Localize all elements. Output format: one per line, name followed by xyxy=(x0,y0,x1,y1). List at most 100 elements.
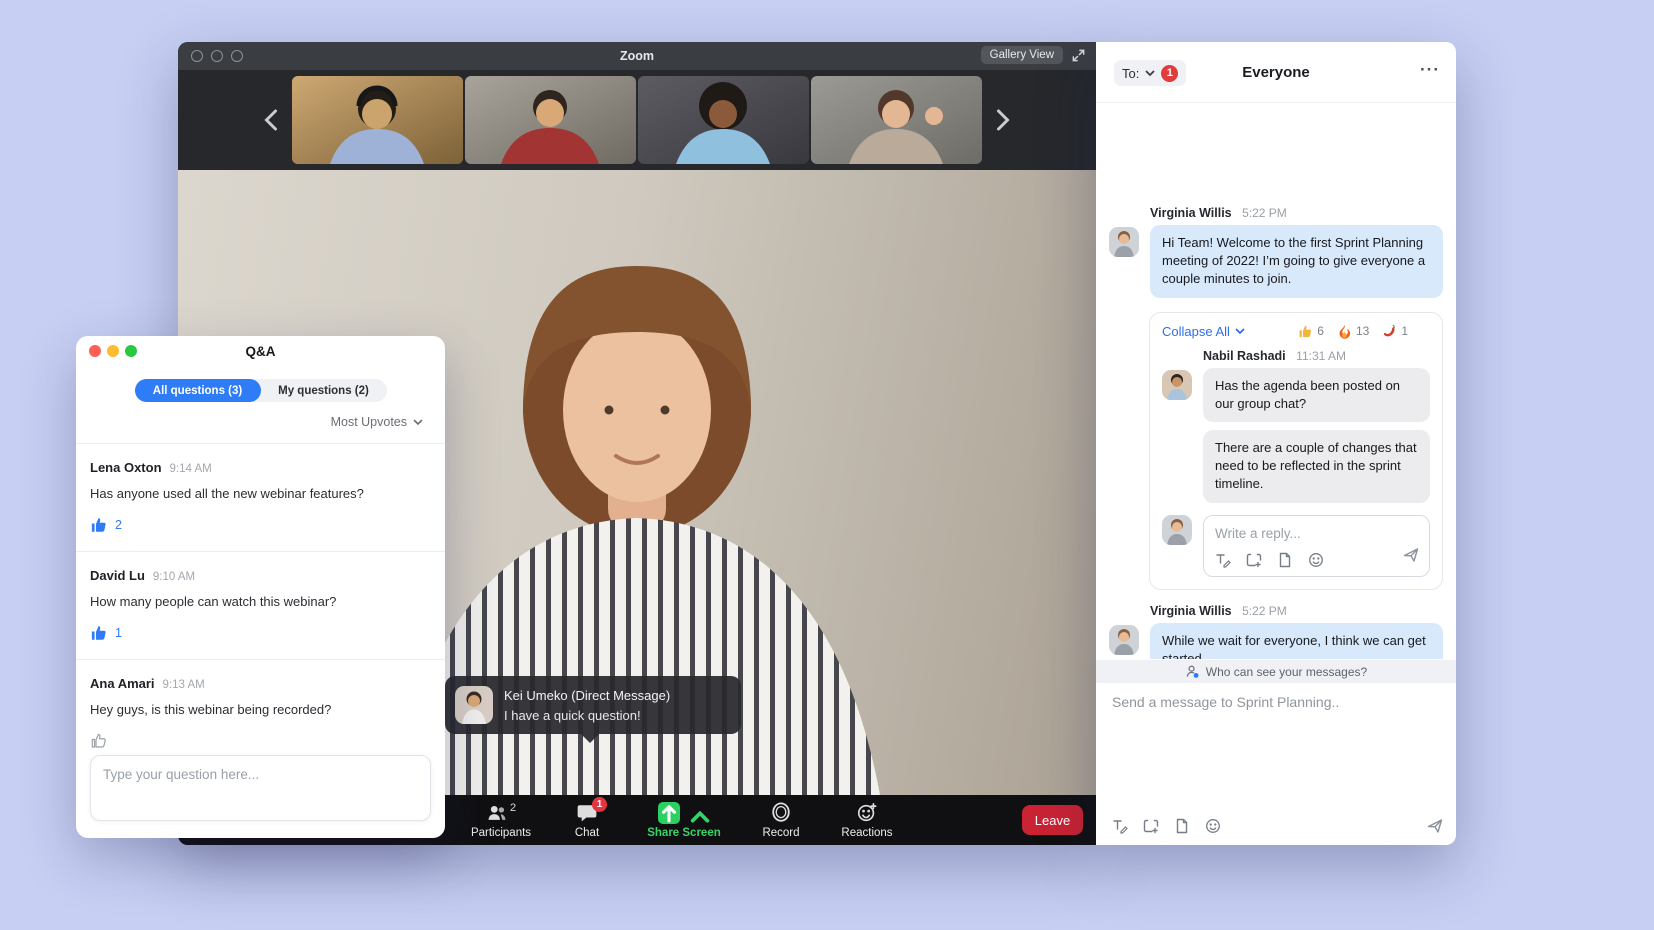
format-text-icon[interactable] xyxy=(1112,818,1128,834)
chat-message: Virginia Willis 5:22 PM Hi Team! Welcome… xyxy=(1109,206,1443,298)
participant-video-4[interactable] xyxy=(811,76,982,164)
question-list: Lena Oxton9:14 AM Has anyone used all th… xyxy=(76,443,445,767)
question-item: David Lu 9:10 AM How many people can watc… xyxy=(76,551,445,659)
reply-input[interactable] xyxy=(1215,526,1418,541)
message-time: 5:22 PM xyxy=(1242,206,1287,220)
upvote-button[interactable]: 1 xyxy=(90,624,431,642)
file-icon[interactable] xyxy=(1174,818,1190,834)
format-text-icon[interactable] xyxy=(1215,552,1231,568)
thread-message: Nabil Rashadi 11:31 AM Has the agenda be… xyxy=(1162,349,1430,503)
thumbs-up-icon xyxy=(90,624,108,642)
gallery-next-icon[interactable] xyxy=(992,108,1014,132)
chat-menu-icon[interactable]: ··· xyxy=(1420,60,1440,80)
upvote-button[interactable] xyxy=(90,732,431,750)
question-item: Lena Oxton9:14 AM Has anyone used all th… xyxy=(76,443,445,551)
chat-header: To: 1 Everyone ··· xyxy=(1096,42,1456,103)
participant-video-2[interactable] xyxy=(465,76,636,164)
person-icon xyxy=(1185,664,1200,679)
collapse-all-button[interactable]: Collapse All xyxy=(1162,324,1245,339)
reply-input-box xyxy=(1203,515,1430,577)
gallery-prev-icon[interactable] xyxy=(260,108,282,132)
qa-tabs: All questions (3) My questions (2) xyxy=(135,379,387,402)
leave-button[interactable]: Leave xyxy=(1022,805,1083,835)
question-text: Has anyone used all the new webinar feat… xyxy=(90,486,431,501)
emoji-icon[interactable] xyxy=(1205,818,1221,834)
participants-count: 2 xyxy=(510,802,516,814)
participant-video-1[interactable] xyxy=(292,76,463,164)
fire-reaction[interactable]: 13 xyxy=(1337,324,1369,339)
avatar xyxy=(1109,625,1139,655)
chat-button[interactable]: 1 Chat xyxy=(552,802,622,839)
desktop-background: Zoom Gallery View xyxy=(0,0,1654,930)
sort-dropdown[interactable]: Most Upvotes xyxy=(76,415,423,429)
record-button[interactable]: Record xyxy=(746,802,816,839)
question-time: 9:10 AM xyxy=(153,571,195,583)
share-options-icon[interactable] xyxy=(689,806,711,828)
upvote-button[interactable]: 2 xyxy=(90,516,431,534)
share-screen-icon xyxy=(658,802,680,824)
question-author: Ana Amari xyxy=(90,676,155,691)
sender-name: Virginia Willis xyxy=(1150,604,1232,618)
avatar xyxy=(455,686,493,724)
avatar xyxy=(1109,227,1139,257)
tab-all-questions[interactable]: All questions (3) xyxy=(135,379,261,402)
pepper-icon xyxy=(1382,324,1397,339)
participants-button[interactable]: 2 Participants xyxy=(466,802,536,839)
send-icon[interactable] xyxy=(1427,818,1443,834)
upvote-count: 2 xyxy=(115,518,122,532)
message-time: 5:22 PM xyxy=(1242,604,1287,618)
qa-composer xyxy=(90,755,431,826)
screenshot-icon[interactable] xyxy=(1246,552,1262,568)
chevron-down-icon xyxy=(413,419,423,426)
qa-window-title: Q&A xyxy=(76,344,445,359)
direct-message-notification[interactable]: Kei Umeko (Direct Message) I have a quic… xyxy=(445,676,741,734)
share-screen-button[interactable]: Share Screen xyxy=(638,802,730,839)
qa-window: Q&A All questions (3) My questions (2) M… xyxy=(76,336,445,838)
sender-name: Virginia Willis xyxy=(1150,206,1232,220)
upvote-count: 1 xyxy=(115,626,122,640)
chat-messages: Virginia Willis 5:22 PM Hi Team! Welcome… xyxy=(1096,103,1456,659)
file-icon[interactable] xyxy=(1277,552,1293,568)
chevron-down-icon xyxy=(1235,328,1245,335)
participants-icon xyxy=(486,802,508,824)
emoji-icon[interactable] xyxy=(1308,552,1324,568)
screenshot-icon[interactable] xyxy=(1143,818,1159,834)
message-visibility-link[interactable]: Who can see your messages? xyxy=(1096,660,1456,683)
reaction-list: 6 13 1 xyxy=(1298,324,1408,339)
tab-my-questions[interactable]: My questions (2) xyxy=(261,379,387,402)
pepper-reaction[interactable]: 1 xyxy=(1382,324,1408,339)
dm-sender: Kei Umeko (Direct Message) xyxy=(504,688,670,703)
qa-titlebar: Q&A xyxy=(76,336,445,366)
question-author: David Lu xyxy=(90,568,145,583)
message-time: 11:31 AM xyxy=(1296,349,1346,363)
composer-toolbar xyxy=(1112,818,1443,834)
chat-recipient-title: Everyone xyxy=(1096,64,1456,81)
thumbs-up-reaction[interactable]: 6 xyxy=(1298,324,1324,339)
message-bubble: Hi Team! Welcome to the first Sprint Pla… xyxy=(1150,225,1443,298)
message-bubble: Has the agenda been posted on our group … xyxy=(1203,368,1430,422)
participant-video-3[interactable] xyxy=(638,76,809,164)
thumbs-up-icon xyxy=(1298,324,1313,339)
sender-name: Nabil Rashadi xyxy=(1203,349,1286,363)
send-icon[interactable] xyxy=(1403,547,1419,568)
fullscreen-icon[interactable] xyxy=(1071,48,1086,63)
window-title: Zoom xyxy=(178,49,1096,63)
dm-text: I have a quick question! xyxy=(504,708,670,723)
window-titlebar: Zoom Gallery View xyxy=(178,42,1096,70)
message-bubble: There are a couple of changes that need … xyxy=(1203,430,1430,503)
gallery-view-button[interactable]: Gallery View xyxy=(981,46,1063,64)
question-input[interactable] xyxy=(90,755,431,821)
chat-message-input[interactable] xyxy=(1112,694,1440,710)
question-time: 9:13 AM xyxy=(163,679,205,691)
fire-icon xyxy=(1337,324,1352,339)
question-text: How many people can watch this webinar? xyxy=(90,594,431,609)
chat-composer xyxy=(1112,694,1440,712)
reactions-button[interactable]: Reactions xyxy=(832,802,902,839)
message-bubble: While we wait for everyone, I think we c… xyxy=(1150,623,1443,660)
chat-message: Virginia Willis 5:22 PM While we wait fo… xyxy=(1109,604,1443,660)
thumbs-up-icon xyxy=(90,516,108,534)
chat-badge: 1 xyxy=(592,797,607,812)
question-author: Lena Oxton xyxy=(90,460,162,475)
video-gallery-strip xyxy=(178,70,1096,170)
reactions-icon xyxy=(856,802,878,824)
